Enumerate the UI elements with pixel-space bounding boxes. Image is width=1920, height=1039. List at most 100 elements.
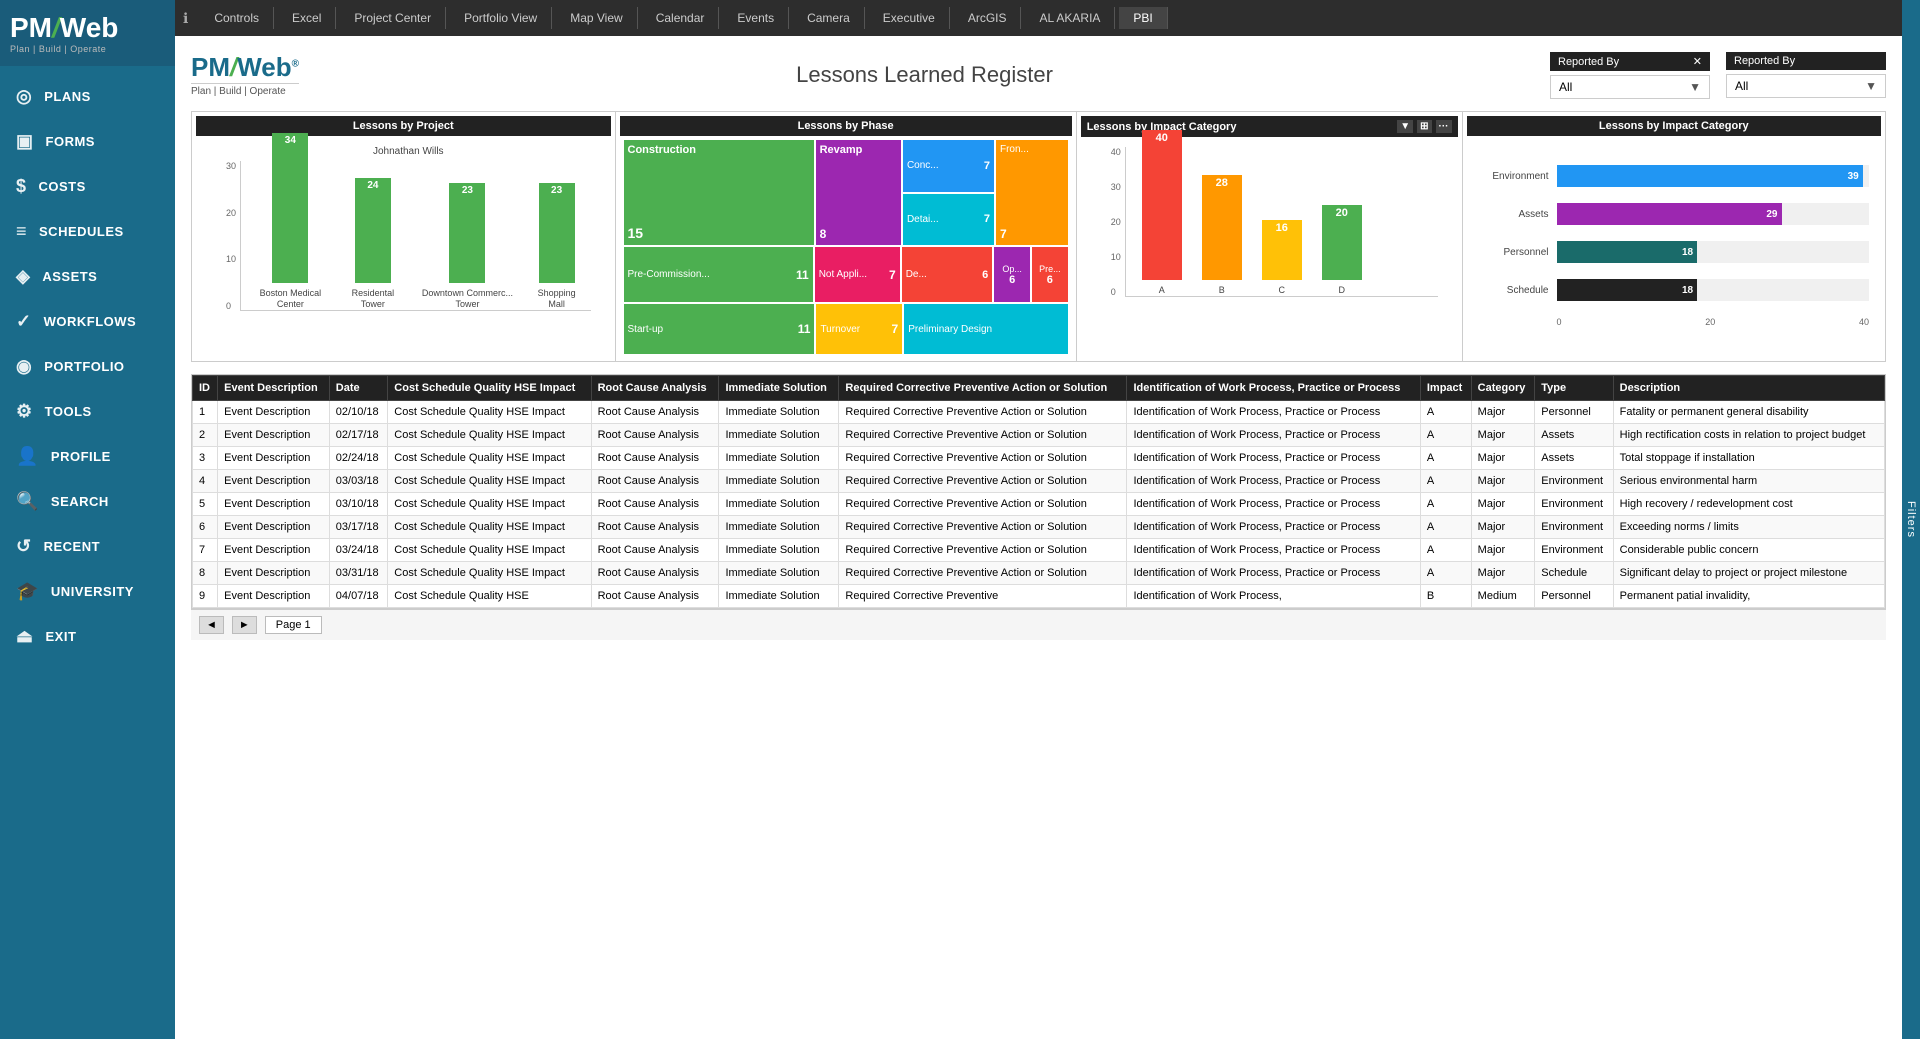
treemap-row-3: Start-up 11 Turnover 7 Preliminary Desig…: [624, 304, 1068, 354]
sidebar-item-assets[interactable]: ◈ ASSETS: [0, 254, 175, 299]
tab-portfolio-view[interactable]: Portfolio View: [450, 7, 552, 29]
cell-id: 7: [193, 539, 218, 562]
cell-required: Required Corrective Preventive Action or…: [839, 470, 1127, 493]
filters-sidebar[interactable]: Filters: [1902, 0, 1920, 1039]
treemap-cell-de[interactable]: De... 6: [902, 247, 993, 302]
more-icon[interactable]: ···: [1436, 120, 1452, 133]
tab-camera[interactable]: Camera: [793, 7, 865, 29]
cell-cost: Cost Schedule Quality HSE Impact: [388, 493, 591, 516]
sidebar-item-schedules[interactable]: ≡ SCHEDULES: [0, 209, 175, 254]
cell-root: Root Cause Analysis: [591, 585, 719, 608]
sidebar-item-plans[interactable]: ◎ PLANS: [0, 74, 175, 119]
sidebar-item-costs[interactable]: $ COSTS: [0, 164, 175, 209]
bar-C: 16 C: [1262, 220, 1302, 296]
tab-arcgis[interactable]: ArcGIS: [954, 7, 1022, 29]
recent-icon: ↺: [16, 536, 32, 557]
cell-id: 6: [193, 516, 218, 539]
table-row[interactable]: 2 Event Description 02/17/18 Cost Schedu…: [193, 424, 1885, 447]
treemap-cell-startup[interactable]: Start-up 11: [624, 304, 815, 354]
filter-select-2[interactable]: All ▼: [1726, 74, 1886, 98]
bar-rect-A: 40: [1142, 130, 1182, 280]
tab-excel[interactable]: Excel: [278, 7, 336, 29]
sidebar-item-portfolio[interactable]: ◉ PORTFOLIO: [0, 344, 175, 389]
treemap-cell-conc[interactable]: Conc... 7: [903, 140, 994, 192]
filter-icon[interactable]: ▼: [1397, 120, 1413, 133]
treemap-cell-preliminary[interactable]: Preliminary Design: [904, 304, 1068, 354]
table-row[interactable]: 1 Event Description 02/10/18 Cost Schedu…: [193, 401, 1885, 424]
sidebar-item-label: SEARCH: [51, 494, 109, 509]
sidebar-item-exit[interactable]: ⏏ EXIT: [0, 614, 175, 659]
filter-select-1[interactable]: All ▼: [1550, 75, 1710, 99]
sidebar-item-label: ASSETS: [42, 269, 97, 284]
sidebar-item-profile[interactable]: 👤 PROFILE: [0, 434, 175, 479]
cell-immediate: Immediate Solution: [719, 447, 839, 470]
treemap-cell-notappli[interactable]: Not Appli... 7: [815, 247, 900, 302]
bar-rect-B: 28: [1202, 175, 1242, 280]
next-page-button[interactable]: ►: [232, 616, 257, 634]
cell-required: Required Corrective Preventive Action or…: [839, 401, 1127, 424]
treemap-cell-precommission[interactable]: Pre-Commission... 11: [624, 247, 813, 302]
table-row[interactable]: 4 Event Description 03/03/18 Cost Schedu…: [193, 470, 1885, 493]
cell-category: Major: [1471, 401, 1535, 424]
cell-id: 3: [193, 447, 218, 470]
cell-impact: A: [1420, 539, 1471, 562]
sidebar: PM/Web Plan | Build | Operate ◎ PLANS ▣ …: [0, 0, 175, 1039]
tab-pbi[interactable]: PBI: [1119, 7, 1167, 29]
cell-identification: Identification of Work Process, Practice…: [1127, 401, 1420, 424]
treemap-cell-detai[interactable]: Detai... 7: [903, 194, 994, 246]
treemap-cell-revamp[interactable]: Revamp 8: [816, 140, 901, 245]
tab-controls[interactable]: Controls: [200, 7, 274, 29]
prev-page-button[interactable]: ◄: [199, 616, 224, 634]
bar-rect-3: 23: [449, 183, 485, 283]
tab-map-view[interactable]: Map View: [556, 7, 637, 29]
table-row[interactable]: 9 Event Description 04/07/18 Cost Schedu…: [193, 585, 1885, 608]
h-bar-axis: 0 20 40: [1479, 317, 1870, 327]
sidebar-item-university[interactable]: 🎓 UNIVERSITY: [0, 569, 175, 614]
cell-category: Major: [1471, 516, 1535, 539]
table-row[interactable]: 6 Event Description 03/17/18 Cost Schedu…: [193, 516, 1885, 539]
sidebar-item-workflows[interactable]: ✓ WORKFLOWS: [0, 299, 175, 344]
cell-cost: Cost Schedule Quality HSE Impact: [388, 516, 591, 539]
chart-by-phase-title: Lessons by Phase: [620, 116, 1072, 136]
tab-calendar[interactable]: Calendar: [642, 7, 720, 29]
cell-identification: Identification of Work Process, Practice…: [1127, 562, 1420, 585]
bar-rect-C: 16: [1262, 220, 1302, 280]
y-axis: 3020100: [226, 161, 240, 311]
cell-id: 2: [193, 424, 218, 447]
treemap-cell-construction[interactable]: Construction 15: [624, 140, 814, 245]
tab-events[interactable]: Events: [723, 7, 789, 29]
sidebar-item-forms[interactable]: ▣ FORMS: [0, 119, 175, 164]
forms-icon: ▣: [16, 131, 34, 152]
table-row[interactable]: 5 Event Description 03/10/18 Cost Schedu…: [193, 493, 1885, 516]
table-row[interactable]: 7 Event Description 03/24/18 Cost Schedu…: [193, 539, 1885, 562]
tab-project-center[interactable]: Project Center: [340, 7, 446, 29]
sidebar-item-search[interactable]: 🔍 SEARCH: [0, 479, 175, 524]
treemap-cell-turnover[interactable]: Turnover 7: [816, 304, 902, 354]
treemap-cell-pre[interactable]: Pre... 6: [1032, 247, 1068, 302]
cell-impact: B: [1420, 585, 1471, 608]
impact-bar-inner: 40 A 28 B: [1125, 147, 1438, 297]
info-icon[interactable]: ℹ: [183, 10, 188, 27]
close-icon[interactable]: ✕: [1693, 55, 1702, 68]
cell-id: 9: [193, 585, 218, 608]
cell-cost: Cost Schedule Quality HSE Impact: [388, 539, 591, 562]
sidebar-item-recent[interactable]: ↺ RECENT: [0, 524, 175, 569]
h-bar-environment: Environment 39: [1479, 165, 1870, 187]
table-row[interactable]: 8 Event Description 03/31/18 Cost Schedu…: [193, 562, 1885, 585]
expand-icon[interactable]: ⊞: [1417, 120, 1431, 133]
tab-al-akaria[interactable]: AL AKARIA: [1025, 7, 1115, 29]
cell-id: 4: [193, 470, 218, 493]
bar-chart-inner: 34 Boston Medical Center 24 Residental T…: [240, 161, 590, 311]
treemap-cell-fron[interactable]: Fron... 7: [996, 140, 1068, 245]
filter-label-2: Reported By: [1726, 52, 1886, 70]
cell-impact: A: [1420, 493, 1471, 516]
tab-executive[interactable]: Executive: [869, 7, 950, 29]
cell-immediate: Immediate Solution: [719, 562, 839, 585]
cell-type: Schedule: [1535, 562, 1613, 585]
cell-required: Required Corrective Preventive: [839, 585, 1127, 608]
treemap-cell-op[interactable]: Op... 6: [994, 247, 1030, 302]
sidebar-item-tools[interactable]: ⚙ TOOLS: [0, 389, 175, 434]
cell-identification: Identification of Work Process, Practice…: [1127, 493, 1420, 516]
table-row[interactable]: 3 Event Description 02/24/18 Cost Schedu…: [193, 447, 1885, 470]
cell-event: Event Description: [218, 539, 330, 562]
